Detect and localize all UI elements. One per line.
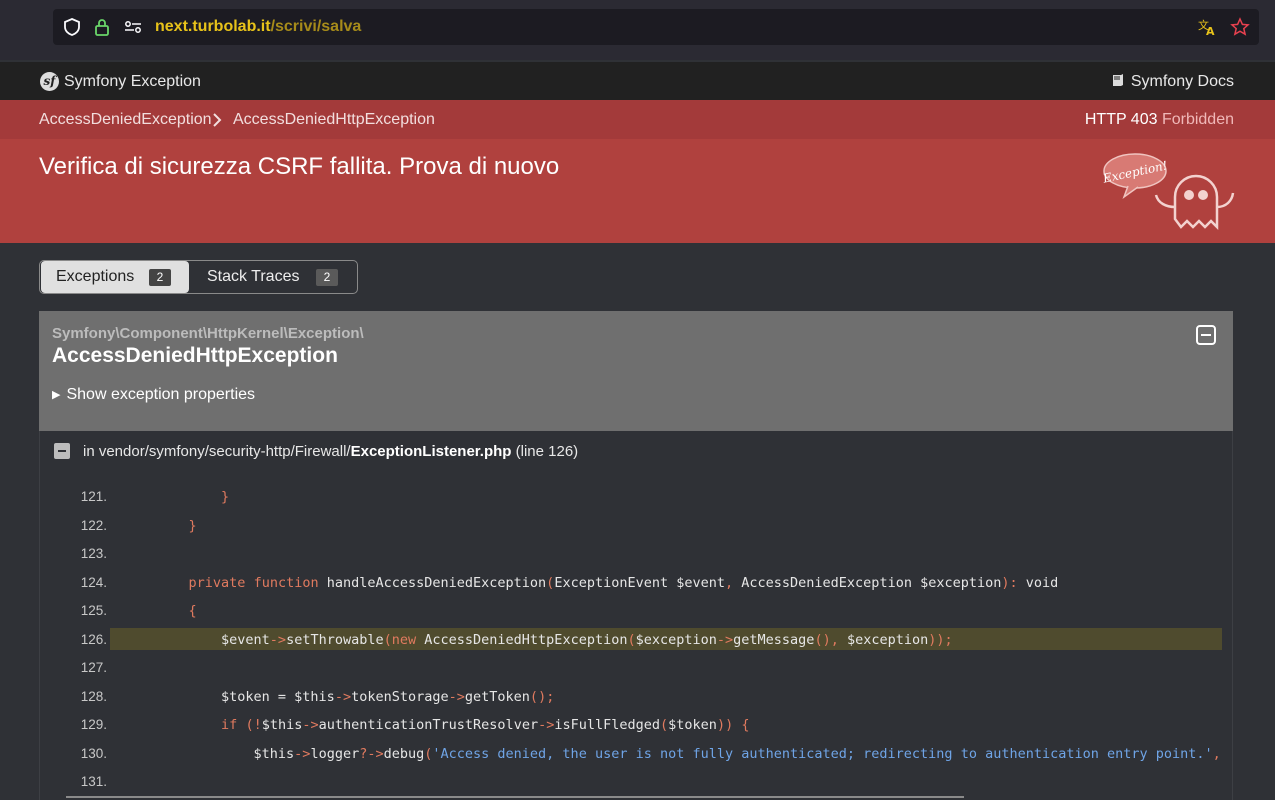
browser-toolbar: next.turbolab.it/scrivi/salva 文 A — [0, 0, 1275, 60]
line-number: 131. — [80, 774, 107, 789]
line-code: { — [188, 603, 197, 619]
breadcrumb-item-current[interactable]: AccessDeniedHttpException — [233, 111, 435, 129]
exception-message: Verifica di sicurezza CSRF fallita. Prov… — [39, 153, 560, 180]
tab-stack-traces-count: 2 — [316, 269, 338, 286]
trace-file-path: in vendor/symfony/security-http/Firewall… — [83, 443, 351, 460]
svg-text:A: A — [1206, 25, 1215, 37]
trace-file-name: ExceptionListener.php — [350, 443, 512, 460]
trace-panel: in vendor/symfony/security-http/Firewall… — [39, 431, 1233, 800]
line-code: } — [188, 517, 197, 534]
tab-exceptions-count: 2 — [149, 269, 171, 286]
http-status: HTTP 403 Forbidden — [1085, 111, 1234, 129]
permissions-icon[interactable] — [123, 17, 143, 37]
code-line: 131. — [40, 768, 1234, 797]
code-line: 124. private function handleAccessDenied… — [40, 569, 1234, 598]
status-text: Forbidden — [1161, 111, 1234, 128]
docs-label: Symfony Docs — [1130, 73, 1234, 90]
code-line: 121. } — [40, 483, 1234, 512]
line-code: private function handleAccessDeniedExcep… — [188, 574, 1059, 591]
breadcrumb-item-parent[interactable]: AccessDeniedException — [39, 111, 212, 129]
code-line: 122. } — [40, 512, 1234, 541]
code-line: 129. if (!$this->authenticationTrustReso… — [40, 711, 1234, 740]
code-line: 125. { — [40, 597, 1234, 626]
line-number: 124. — [80, 574, 107, 590]
code-snippet: 121. } 122. } 123. 124. private function ha… — [40, 483, 1234, 797]
line-code: } — [221, 489, 230, 505]
code-line: 126. $event->setThrowable(new AccessDeni… — [40, 626, 1234, 655]
chevron-right-icon — [213, 113, 222, 127]
line-number: 128. — [80, 688, 107, 704]
tab-stack-traces-label: Stack Traces — [207, 268, 300, 285]
exception-header: Symfony\Component\HttpKernel\Exception\ … — [39, 311, 1233, 431]
exception-namespace: Symfony\Component\HttpKernel\Exception\ — [52, 325, 364, 342]
symfony-logo-icon: sf — [40, 72, 59, 91]
trace-file-location[interactable]: in vendor/symfony/security-http/Firewall… — [83, 443, 578, 460]
line-code: $event->setThrowable(new AccessDeniedHtt… — [156, 631, 953, 648]
status-code: HTTP 403 — [1084, 111, 1158, 128]
line-number: 122. — [80, 517, 107, 533]
tab-bar: Exceptions 2 Stack Traces 2 — [39, 260, 358, 294]
line-code: if (!$this->authenticationTrustResolver-… — [221, 717, 750, 733]
symfony-docs-link[interactable]: Symfony Docs — [1111, 73, 1234, 91]
line-code: $token = $this->tokenStorage->getToken()… — [156, 688, 555, 705]
tab-stack-traces[interactable]: Stack Traces 2 — [192, 261, 357, 293]
show-exception-properties-toggle[interactable]: ▶ Show exception properties — [52, 386, 255, 404]
line-number: 123. — [80, 546, 107, 561]
code-line: 127. — [40, 654, 1234, 683]
show-properties-label: Show exception properties — [66, 386, 256, 403]
lock-icon[interactable] — [92, 17, 112, 37]
horizontal-scrollbar[interactable] — [66, 796, 964, 798]
breadcrumb: AccessDeniedException AccessDeniedHttpEx… — [0, 100, 1275, 139]
line-number: 130. — [80, 745, 107, 761]
url-text[interactable]: next.turbolab.it/scrivi/salva — [155, 18, 361, 36]
url-path: /scrivi/salva — [270, 18, 362, 35]
tab-exceptions-label: Exceptions — [56, 268, 135, 285]
page-header-title: Symfony Exception — [64, 73, 201, 90]
url-host: next.turbolab.it — [155, 18, 271, 35]
address-bar[interactable]: next.turbolab.it/scrivi/salva 文 A — [53, 9, 1259, 45]
code-line: 128. $token = $this->tokenStorage->getTo… — [40, 683, 1234, 712]
line-number: 126. — [80, 631, 107, 647]
line-number: 127. — [80, 660, 107, 675]
triangle-right-icon: ▶ — [52, 389, 61, 401]
line-number: 125. — [80, 603, 107, 618]
code-line: 123. — [40, 540, 1234, 569]
translate-icon[interactable]: 文 A — [1197, 17, 1217, 37]
code-line: 130. $this->logger?->debug('Access denie… — [40, 740, 1234, 769]
collapse-trace-icon[interactable] — [54, 443, 70, 459]
trace-line-info: (line 126) — [515, 443, 579, 460]
exception-message-band: Verifica di sicurezza CSRF fallita. Prov… — [0, 139, 1275, 243]
line-number: 121. — [80, 489, 107, 504]
book-icon — [1112, 74, 1123, 86]
line-code: $this->logger?->debug('Access denied, th… — [156, 745, 1221, 762]
bookmark-star-icon[interactable] — [1230, 17, 1250, 37]
tab-exceptions[interactable]: Exceptions 2 — [41, 261, 189, 293]
symfony-header: sf Symfony Exception Symfony Docs — [0, 62, 1275, 100]
exception-ghost-illustration: Exception! — [1101, 153, 1235, 231]
exception-class: AccessDeniedHttpException — [52, 344, 338, 367]
shield-icon[interactable] — [62, 17, 82, 37]
line-number: 129. — [80, 717, 107, 732]
collapse-exception-button[interactable] — [1196, 325, 1216, 345]
